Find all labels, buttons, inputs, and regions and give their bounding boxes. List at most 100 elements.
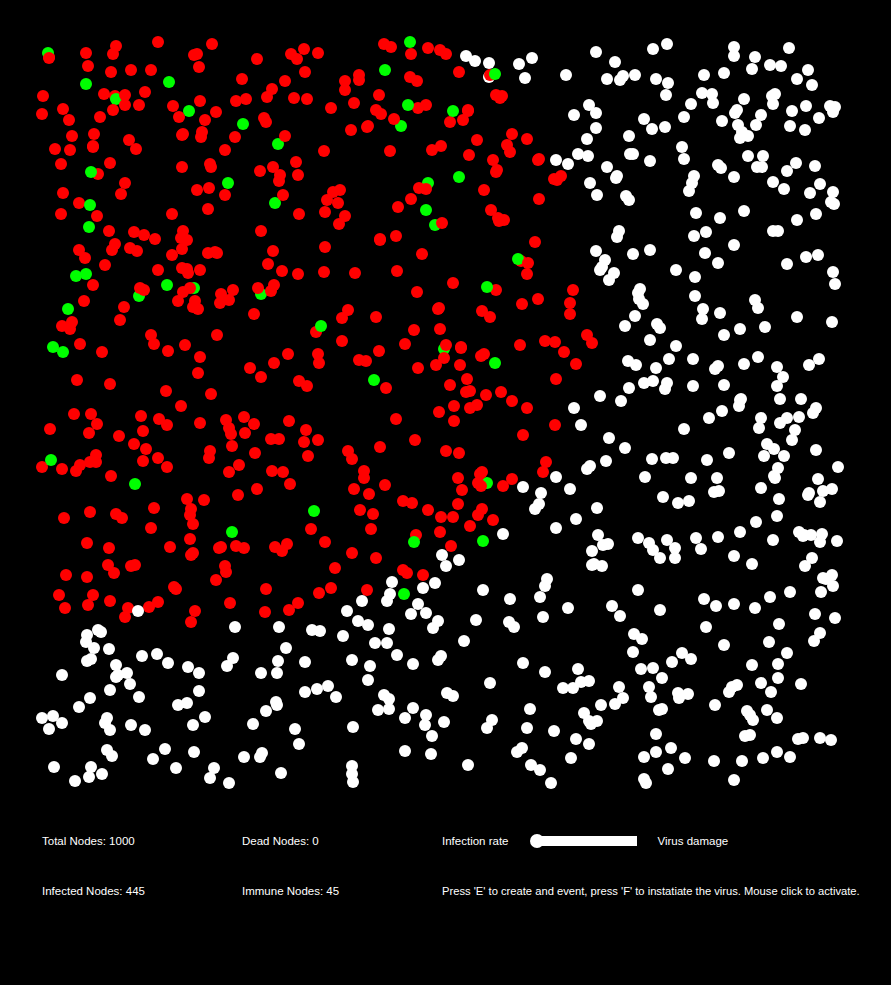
node xyxy=(630,359,642,371)
node xyxy=(273,175,285,187)
node xyxy=(432,615,444,627)
node xyxy=(80,78,92,90)
node xyxy=(280,642,292,654)
node xyxy=(827,106,839,118)
node xyxy=(411,286,423,298)
node xyxy=(152,452,164,464)
slider[interactable] xyxy=(530,834,637,848)
node xyxy=(814,496,826,508)
node xyxy=(683,495,695,507)
node xyxy=(457,114,469,126)
node xyxy=(481,281,493,293)
node xyxy=(480,389,492,401)
node xyxy=(298,43,310,55)
node xyxy=(601,73,613,85)
node xyxy=(644,155,656,167)
node xyxy=(260,705,272,717)
node xyxy=(433,406,445,418)
node xyxy=(311,683,323,695)
node xyxy=(623,130,635,142)
node xyxy=(826,316,838,328)
control-panel: Total Nodes: 1000 Dead Nodes: 0 Infectio… xyxy=(0,826,891,906)
node xyxy=(802,64,814,76)
node xyxy=(275,767,287,779)
node xyxy=(210,106,222,118)
node xyxy=(767,534,779,546)
node xyxy=(204,158,216,170)
node xyxy=(812,473,824,485)
node xyxy=(327,186,339,198)
node xyxy=(567,284,579,296)
node xyxy=(436,217,448,229)
node xyxy=(420,99,432,111)
node xyxy=(659,383,671,395)
node xyxy=(362,619,374,631)
node xyxy=(440,445,452,457)
node xyxy=(729,107,741,119)
node xyxy=(136,650,148,662)
node xyxy=(189,295,201,307)
node xyxy=(124,678,136,690)
node xyxy=(506,395,518,407)
node xyxy=(741,705,753,717)
node xyxy=(373,345,385,357)
node xyxy=(688,230,700,242)
node xyxy=(96,346,108,358)
node-canvas[interactable] xyxy=(0,0,891,826)
node xyxy=(791,214,803,226)
node xyxy=(261,91,273,103)
node xyxy=(539,580,551,592)
node xyxy=(832,461,844,473)
slider-track[interactable] xyxy=(537,836,637,846)
node xyxy=(690,207,702,219)
node xyxy=(533,153,545,165)
node xyxy=(266,465,278,477)
node xyxy=(289,723,301,735)
node xyxy=(783,42,795,54)
node xyxy=(524,703,536,715)
node xyxy=(483,57,495,69)
node xyxy=(232,489,244,501)
node xyxy=(332,197,344,209)
node xyxy=(283,415,295,427)
node xyxy=(194,417,206,429)
node xyxy=(501,139,513,151)
node xyxy=(56,463,68,475)
node xyxy=(489,68,501,80)
node xyxy=(185,616,197,628)
node xyxy=(194,264,206,276)
node xyxy=(472,477,484,489)
node xyxy=(444,116,456,128)
node xyxy=(373,89,385,101)
node xyxy=(711,472,723,484)
node xyxy=(550,522,562,534)
node xyxy=(298,436,310,448)
node xyxy=(114,314,126,326)
node xyxy=(679,752,691,764)
node xyxy=(647,544,659,556)
node xyxy=(435,140,447,152)
node xyxy=(315,320,327,332)
node xyxy=(440,48,452,60)
node xyxy=(539,666,551,678)
node xyxy=(812,249,824,261)
node xyxy=(517,481,529,493)
node xyxy=(58,512,70,524)
node xyxy=(440,339,452,351)
node xyxy=(229,621,241,633)
node xyxy=(757,150,769,162)
node xyxy=(533,498,545,510)
control-label: Infection rate xyxy=(442,835,508,847)
node xyxy=(342,304,354,316)
node xyxy=(57,103,69,115)
node xyxy=(378,689,390,701)
node xyxy=(229,131,241,143)
node xyxy=(537,466,549,478)
node xyxy=(638,377,650,389)
node xyxy=(198,494,210,506)
node xyxy=(370,311,382,323)
node xyxy=(647,43,659,55)
node xyxy=(534,764,546,776)
node xyxy=(299,66,311,78)
node xyxy=(130,143,142,155)
